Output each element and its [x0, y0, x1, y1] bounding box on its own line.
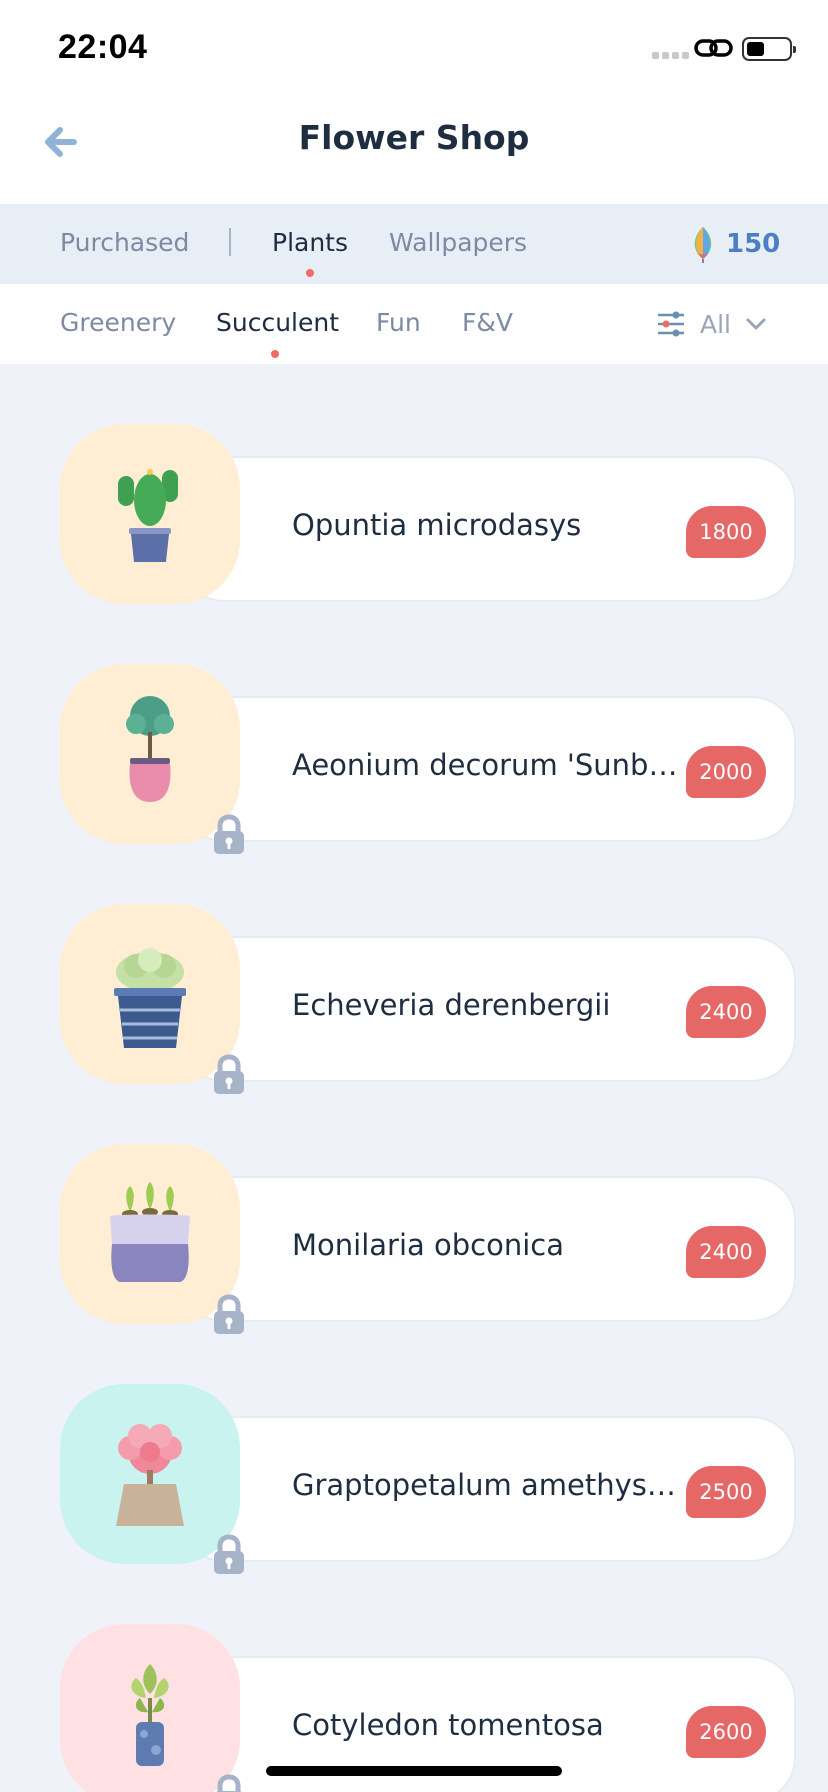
active-subtab-indicator: [271, 350, 279, 358]
coin-balance: 150: [690, 224, 780, 264]
active-tab-indicator: [306, 269, 314, 277]
lock-icon: [214, 814, 244, 854]
lock-icon: [214, 1534, 244, 1574]
tab-purchased[interactable]: Purchased: [60, 228, 189, 257]
subtab-fun[interactable]: Fun: [376, 308, 421, 337]
subcategory-tabs: Greenery Succulent Fun F&V All: [0, 284, 828, 364]
link-icon: [694, 39, 733, 57]
page-title: Flower Shop: [298, 118, 530, 157]
item-thumbnail: [60, 424, 240, 604]
subtab-fv[interactable]: F&V: [462, 308, 513, 337]
item-name: Echeveria derenbergii: [292, 988, 611, 1022]
coin-balance-value: 150: [726, 229, 781, 259]
sliders-icon: [658, 311, 684, 337]
home-indicator[interactable]: [266, 1766, 562, 1776]
chevron-down-icon: [746, 318, 766, 330]
tab-divider: [229, 228, 231, 256]
item-name: Cotyledon tomentosa: [292, 1708, 604, 1742]
app-header: Flower Shop: [0, 100, 828, 204]
item-thumbnail: [60, 1624, 240, 1792]
plant-list: Opuntia microdasys 1800 Aeonium decorum …: [0, 364, 828, 1792]
status-time: 22:04: [58, 28, 148, 66]
list-item[interactable]: Aeonium decorum 'Sunburst' 2000: [60, 664, 796, 854]
item-price-button[interactable]: 2600: [686, 1706, 766, 1758]
lock-icon: [214, 1294, 244, 1334]
cactus-plant-icon: [118, 469, 178, 562]
pink-rosette-plant-icon: [116, 1424, 184, 1526]
battery-icon: [742, 37, 796, 61]
lock-icon: [216, 1774, 242, 1792]
item-name: Monilaria obconica: [292, 1228, 564, 1262]
tab-wallpapers[interactable]: Wallpapers: [389, 228, 527, 257]
status-bar: 22:04: [0, 0, 828, 100]
subtab-succulent[interactable]: Succulent: [216, 308, 339, 337]
list-item[interactable]: Opuntia microdasys 1800: [60, 424, 796, 604]
item-price-button[interactable]: 2000: [686, 746, 766, 798]
item-name: Aeonium decorum 'Sunburst': [292, 748, 682, 782]
echeveria-plant-icon: [114, 948, 186, 1048]
item-price-button[interactable]: 2500: [686, 1466, 766, 1518]
item-price-button[interactable]: 2400: [686, 1226, 766, 1278]
category-tabs: Purchased Plants Wallpapers 150: [0, 204, 828, 284]
list-item[interactable]: Echeveria derenbergii 2400: [60, 904, 796, 1094]
list-item[interactable]: Graptopetalum amethystinum 2500: [60, 1384, 796, 1574]
sprouts-plant-icon: [110, 1182, 190, 1282]
tree-plant-icon: [126, 696, 174, 802]
item-price-button[interactable]: 2400: [686, 986, 766, 1038]
list-item[interactable]: Monilaria obconica 2400: [60, 1144, 796, 1334]
lock-icon: [214, 1054, 244, 1094]
bear-paw-plant-icon: [131, 1664, 169, 1766]
tab-plants[interactable]: Plants: [272, 228, 348, 257]
item-price-button[interactable]: 1800: [686, 506, 766, 558]
filter-dropdown[interactable]: All: [656, 306, 767, 342]
signal-icon: [652, 50, 690, 60]
subtab-greenery[interactable]: Greenery: [60, 308, 176, 337]
item-name: Opuntia microdasys: [292, 508, 582, 542]
item-name: Graptopetalum amethystinum: [292, 1468, 682, 1502]
filter-label: All: [700, 309, 731, 339]
leaf-coin-icon: [694, 227, 712, 263]
